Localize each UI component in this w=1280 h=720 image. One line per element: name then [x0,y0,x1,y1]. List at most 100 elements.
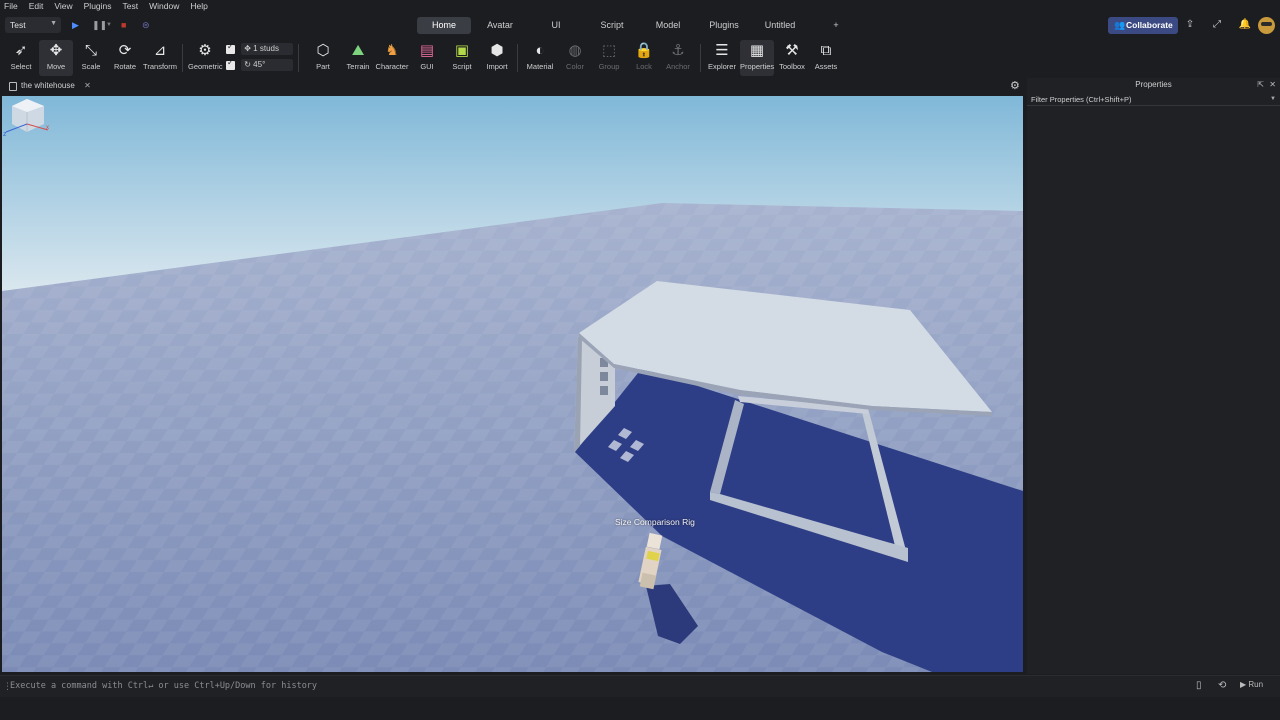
share-icon[interactable]: ⇪ [1183,18,1197,32]
import-icon: ⬢ [490,42,504,59]
client-server-icon[interactable]: ⊜ [142,19,150,31]
document-tab-label: the whitehouse [21,81,75,90]
properties-button[interactable]: ▦ Properties [740,40,774,76]
tab-script[interactable]: Script [590,17,634,34]
pause-icon[interactable]: ❚❚ [92,19,107,31]
tab-model[interactable]: Model [647,17,689,34]
group-button[interactable]: ⬚ Group [592,40,626,76]
tab-home[interactable]: Home [417,17,471,34]
close-icon[interactable]: ✕ [1269,78,1276,91]
move-tool-button[interactable]: ✥ Move [39,40,73,76]
move-snap-checkbox[interactable] [226,42,235,54]
viewport-scene [2,96,1023,672]
gui-label: GUI [420,62,434,71]
group-icon: ⬚ [601,42,617,59]
part-button[interactable]: ⬡ Part [306,40,340,76]
lock-button[interactable]: 🔒 Lock [627,40,661,76]
material-icon: ◐ [535,42,545,59]
document-tab[interactable]: the whitehouse ✕ [8,79,91,93]
mode-select[interactable]: Test ▼ [5,17,61,33]
transform-tool-button[interactable]: ⊿ Transform [143,40,177,76]
chevron-down-icon[interactable]: ▼ [1270,94,1276,105]
properties-panel: Properties ⇱ ✕ Filter Properties (Ctrl+S… [1027,78,1280,674]
status-bar [0,697,1280,720]
anchor-button[interactable]: ⚓ Anchor [661,40,695,76]
menu-help[interactable]: Help [190,0,207,13]
wall-window [600,386,608,395]
properties-icon: ▦ [749,42,765,59]
tab-ui[interactable]: UI [540,17,572,34]
menu-plugins[interactable]: Plugins [84,0,112,13]
bell-icon[interactable]: 🔔 [1238,18,1252,32]
run-button[interactable]: ▶ Run [1240,680,1263,689]
menu-view[interactable]: View [54,0,72,13]
tab-untitled[interactable]: Untitled [758,17,802,34]
gear-icon[interactable]: ⚙ [1010,79,1020,92]
menu-bar: File Edit View Plugins Test Window Help [0,0,1280,13]
rotate-snap-value: 45° [253,60,266,69]
avatar[interactable] [1258,17,1275,34]
import-button[interactable]: ⬢ Import [480,40,514,76]
toolbox-button[interactable]: ⚒ Toolbox [775,40,809,76]
toolbar-divider [298,44,299,72]
select-label: Select [10,62,32,71]
rotate-snap-control[interactable]: ↻ 45° [226,58,294,72]
properties-panel-header: Properties ⇱ ✕ [1027,78,1280,91]
chevron-down-icon[interactable]: ▼ [106,19,112,31]
view-cube-icon[interactable]: z x [2,96,52,138]
import-label: Import [486,62,508,71]
color-button[interactable]: ◍ Color [558,40,592,76]
select-tool-button[interactable]: ➶ Select [4,40,38,76]
assets-label: Assets [814,62,838,71]
tab-plugins[interactable]: Plugins [703,17,745,34]
scale-icon: ⤡ [84,42,97,59]
run-label: Run [1248,680,1264,689]
properties-filter-input[interactable]: Filter Properties (Ctrl+Shift+P) ▼ [1027,94,1280,106]
menu-file[interactable]: File [4,0,18,13]
close-icon[interactable]: ✕ [84,81,91,90]
scale-label: Scale [81,62,101,71]
3d-viewport[interactable]: z x Size Comparison Rig [2,96,1023,672]
home-toolbar: ➶ Select ✥ Move ⤡ Scale ⟳ Rotate ⊿ Trans… [0,38,1280,78]
character-button[interactable]: ♞ Character [375,40,409,76]
collaborate-button[interactable]: 👥 Collaborate [1108,17,1178,34]
history-icon[interactable]: ⟲ [1218,680,1226,691]
geometric-button[interactable]: ⚙ Geometric [188,40,223,76]
stop-icon[interactable]: ■ [121,19,126,31]
menu-window[interactable]: Window [149,0,179,13]
script-button[interactable]: ▣ Script [445,40,479,76]
document-icon [9,82,17,91]
fullscreen-icon[interactable]: ⤢ [1210,18,1224,32]
people-icon: 👥 [1114,20,1126,30]
popout-icon[interactable]: ⇱ [1257,78,1264,91]
bookmark-icon[interactable]: ▯ [1196,680,1202,691]
cursor-icon: ➶ [14,42,28,59]
move-snap-control[interactable]: ✥ 1 studs [226,42,294,56]
rotate-tool-button[interactable]: ⟳ Rotate [108,40,142,76]
move-snap-field[interactable]: ✥ 1 studs [241,43,294,55]
material-button[interactable]: ◐ Material [523,40,557,76]
toolbar-divider [517,44,518,72]
rotate-snap-checkbox[interactable] [226,58,235,70]
play-icon[interactable]: ▶ [72,19,79,31]
terrain-button[interactable]: ⛰ Terrain [341,40,375,76]
chevron-down-icon: ▼ [50,20,57,27]
add-tab-button[interactable]: + [828,17,844,34]
menu-test[interactable]: Test [123,0,139,13]
transform-label: Transform [143,62,177,71]
move-icon: ✥ [49,42,63,59]
rotate-snap-field[interactable]: ↻ 45° [241,59,294,71]
collaborate-label: Collaborate [1126,20,1173,30]
tab-avatar[interactable]: Avatar [477,17,523,34]
explorer-icon: ☰ [715,42,729,59]
geometric-label: Geometric [188,62,223,71]
assets-button[interactable]: ⧉ Assets [809,40,843,76]
lock-label: Lock [636,62,652,71]
scale-tool-button[interactable]: ⤡ Scale [74,40,108,76]
gui-button[interactable]: ▤ GUI [410,40,444,76]
explorer-button[interactable]: ☰ Explorer [705,40,739,76]
menu-edit[interactable]: Edit [29,0,44,13]
command-bar: ⋮ Execute a command with Ctrl↵ or use Ct… [0,675,1280,697]
command-input[interactable]: Execute a command with Ctrl↵ or use Ctrl… [10,681,317,691]
wall-window [600,372,608,381]
